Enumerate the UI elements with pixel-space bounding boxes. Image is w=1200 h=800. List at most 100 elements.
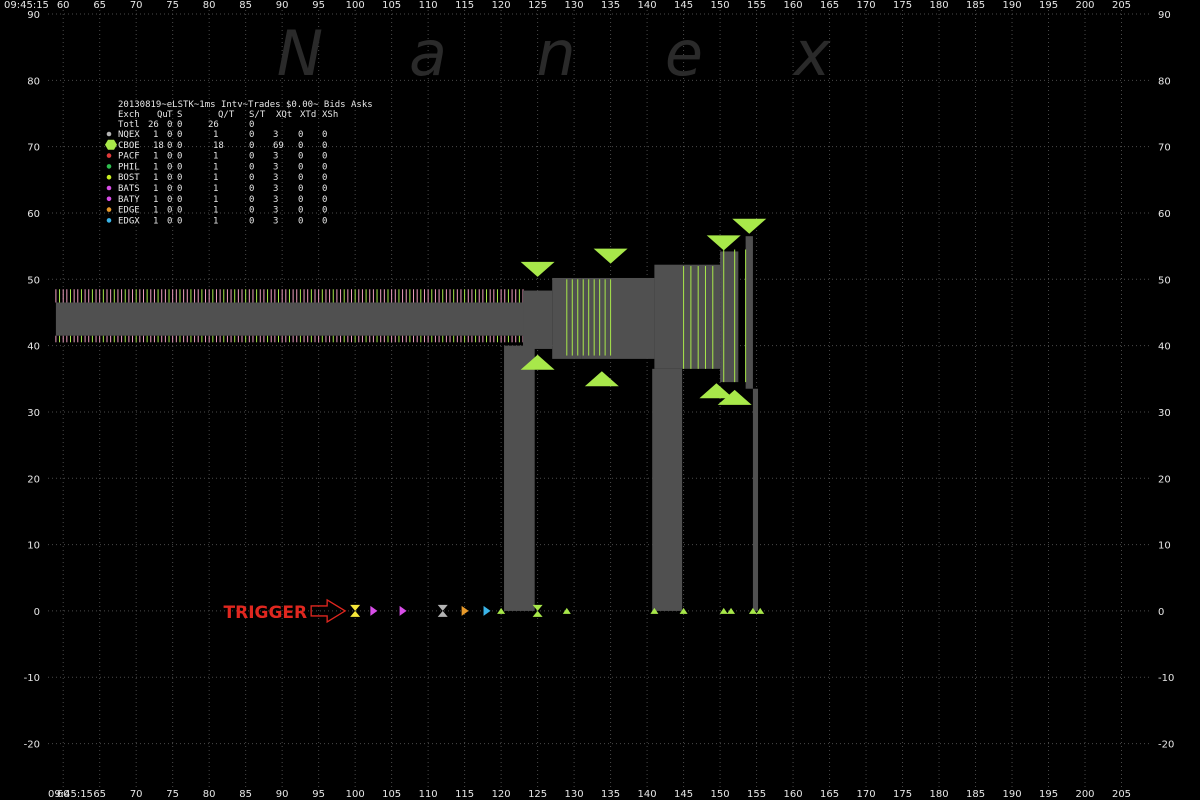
x-tick-label-bottom: 170: [857, 789, 876, 800]
x-tick-label-bottom: 100: [346, 789, 365, 800]
x-tick-label-top: 140: [638, 0, 657, 11]
x-tick-label-top: 175: [893, 0, 912, 11]
table-total-cell: 0: [177, 120, 182, 130]
table-cell: 3: [273, 195, 278, 205]
table-cell: 0: [177, 173, 182, 183]
spread-block: [523, 290, 553, 349]
table-cell: 3: [273, 184, 278, 194]
table-cell: 1: [213, 206, 218, 216]
table-cell: 1: [213, 216, 218, 226]
table-cell: PHIL: [118, 162, 140, 172]
x-tick-label-top: 125: [528, 0, 547, 11]
x-tick-label-bottom: 160: [784, 789, 803, 800]
table-cell: EDGE: [118, 206, 140, 216]
watermark: Na n e x: [277, 17, 832, 90]
table-cell: 0: [177, 195, 182, 205]
x-tick-label-bottom: 120: [492, 789, 511, 800]
x-tick-label-bottom: 90: [276, 789, 289, 800]
x-tick-label-top: 70: [130, 0, 143, 11]
x-tick-label-top: 85: [239, 0, 252, 11]
table-header-cell: S: [177, 110, 182, 120]
table-header-cell: XTd: [300, 110, 316, 120]
x-tick-label-top: 205: [1112, 0, 1131, 11]
table-cell: 1: [153, 130, 158, 140]
table-cell: 0: [298, 216, 303, 226]
x-tick-label-bottom: 180: [929, 789, 948, 800]
x-tick-label-bottom: 205: [1112, 789, 1131, 800]
table-cell: 3: [273, 173, 278, 183]
table-cell: 0: [298, 152, 303, 162]
table-cell: 18: [213, 141, 224, 151]
table-cell: 0: [167, 206, 172, 216]
table-header-cell: Q/T: [218, 110, 235, 120]
x-tick-label-bottom: 185: [966, 789, 985, 800]
table-total-cell: 0: [249, 120, 254, 130]
y-tick-label-left: 30: [27, 408, 40, 419]
table-cell: 0: [177, 130, 182, 140]
x-tick-label-bottom: 70: [130, 789, 143, 800]
ask-marker: [706, 235, 741, 251]
y-tick-label-left: 40: [27, 342, 40, 353]
bid-collapse-column: [504, 345, 535, 611]
y-tick-label-left: 80: [27, 76, 40, 87]
x-tick-label-bottom: 190: [1002, 789, 1021, 800]
x-tick-label-bottom: 65: [93, 789, 106, 800]
trigger-annotation: TRIGGER: [224, 598, 347, 624]
x-tick-label-bottom: 95: [312, 789, 325, 800]
table-cell: 0: [167, 216, 172, 226]
trade-marker-right: [399, 605, 407, 616]
spread-block: [683, 264, 721, 369]
x-tick-label-top: 95: [312, 0, 325, 11]
y-tick-label-right: 80: [1158, 76, 1171, 87]
table-cell: 69: [273, 141, 284, 151]
y-tick-label-left: 0: [34, 607, 40, 618]
exchange-color-dot: [105, 139, 117, 150]
x-tick-label-top: 180: [929, 0, 948, 11]
x-tick-label-bottom: 165: [820, 789, 839, 800]
spread-block: [581, 277, 655, 359]
x-tick-label-top: 105: [382, 0, 401, 11]
exchange-color-dot: [106, 218, 112, 223]
y-tick-label-right: 50: [1158, 275, 1171, 286]
exchange-color-dot: [106, 174, 112, 180]
table-cell: 0: [249, 130, 254, 140]
x-tick-label-bottom: 110: [419, 789, 438, 800]
table-cell: 0: [249, 162, 254, 172]
table-cell: 0: [167, 184, 172, 194]
table-cell: 1: [213, 162, 218, 172]
table-header-cell: S/T: [249, 110, 266, 120]
table-cell: 1: [213, 173, 218, 183]
trade-marker-right: [370, 605, 378, 616]
y-tick-label-left: 50: [27, 275, 40, 286]
table-cell: 0: [298, 162, 303, 172]
table-cell: 0: [298, 195, 303, 205]
x-tick-label-bottom: 85: [239, 789, 252, 800]
x-tick-label-bottom: 140: [638, 789, 657, 800]
table-cell: 0: [322, 141, 327, 151]
table-cell: 1: [153, 195, 158, 205]
x-tick-label-top: 170: [857, 0, 876, 11]
ask-marker: [732, 218, 767, 234]
x-tick-label-bottom: 200: [1075, 789, 1094, 800]
table-cell: 1: [213, 152, 218, 162]
table-total-cell: 26: [208, 120, 219, 130]
x-tick-label-top: 145: [674, 0, 693, 11]
x-tick-label-top: 135: [601, 0, 620, 11]
x-tick-label-top: 115: [455, 0, 474, 11]
table-cell: 1: [153, 216, 158, 226]
time-label-bottom: 09:45:15: [48, 789, 93, 800]
y-tick-label-left: -20: [24, 740, 40, 751]
x-tick-label-top: 80: [203, 0, 216, 11]
table-cell: EDGX: [118, 216, 140, 226]
table-cell: 0: [298, 184, 303, 194]
y-tick-label-right: 70: [1158, 143, 1171, 154]
table-cell: 0: [177, 206, 182, 216]
table-cell: NQEX: [118, 130, 140, 140]
table-cell: 3: [273, 216, 278, 226]
table-cell: 0: [298, 206, 303, 216]
table-total-cell: 0: [167, 120, 172, 130]
y-tick-label-left: -10: [24, 673, 40, 684]
table-header-cell: T: [167, 110, 173, 120]
table-cell: 3: [273, 206, 278, 216]
watermark-letter: e: [665, 17, 703, 90]
